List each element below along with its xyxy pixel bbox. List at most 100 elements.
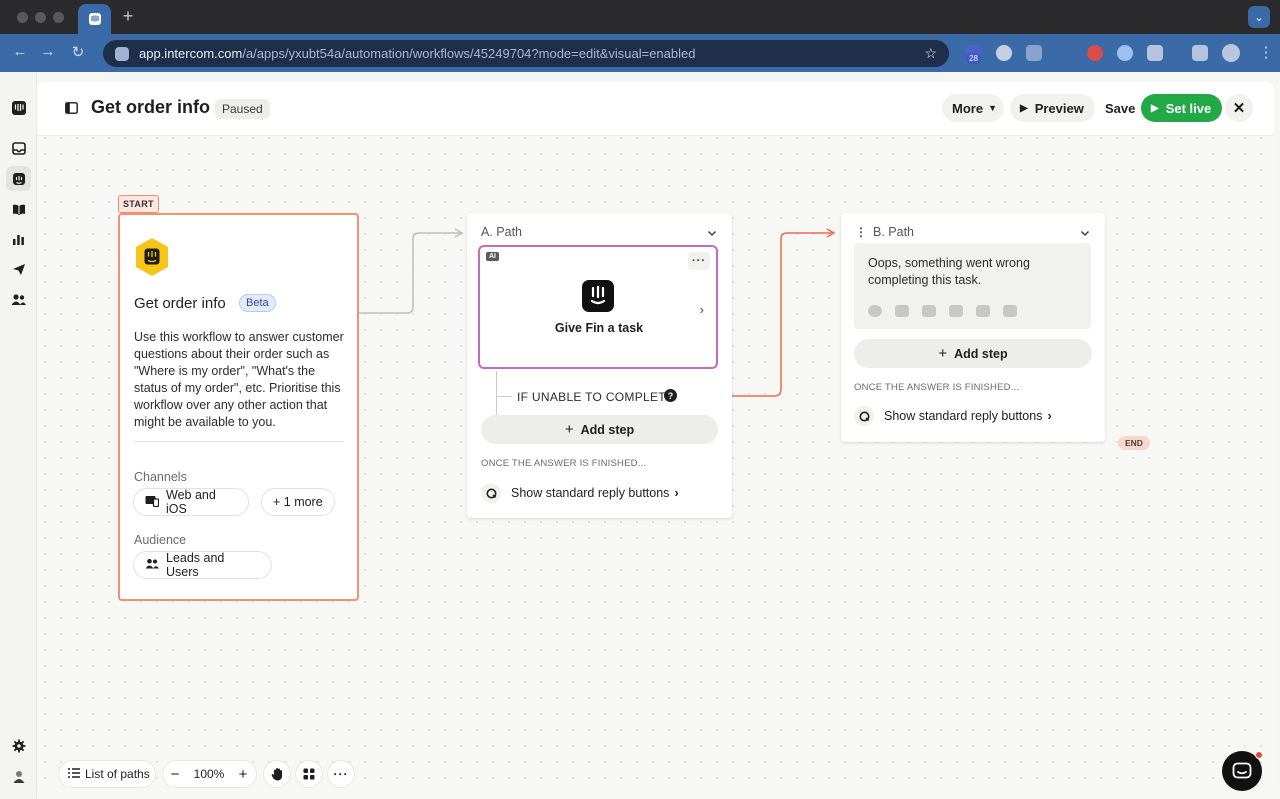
url-text: app.intercom.com/a/apps/yxubt54a/automat… xyxy=(139,46,696,61)
channel-chip-web-ios[interactable]: Web and iOS xyxy=(133,488,249,516)
people-icon xyxy=(145,558,159,572)
reading-list-icon[interactable] xyxy=(1192,45,1208,61)
gif-icon[interactable] xyxy=(895,305,909,317)
user-avatar-icon[interactable] xyxy=(10,767,27,784)
step-options-button[interactable]: ··· xyxy=(688,252,710,270)
tab-search-button[interactable]: ⌄ xyxy=(1248,6,1270,28)
image-icon[interactable] xyxy=(949,305,963,317)
bookmark-star-icon[interactable]: ☆ xyxy=(924,45,937,62)
path-a-title: A. Path xyxy=(481,225,522,239)
reply-buttons-icon xyxy=(481,483,501,503)
path-a-card[interactable]: A. Path AI ··· Give Fin a task › IF UNAB… xyxy=(467,213,732,518)
profile-avatar[interactable] xyxy=(1222,44,1240,62)
extension-icon[interactable] xyxy=(996,45,1012,61)
react-extension-icon[interactable] xyxy=(1117,45,1133,61)
notification-dot xyxy=(1255,751,1263,759)
settings-gear-icon[interactable] xyxy=(10,737,27,754)
plus-icon: + xyxy=(938,345,948,362)
message-toolbar xyxy=(868,305,1017,317)
browser-tab-bar: + ⌄ xyxy=(0,0,1280,34)
extensions-puzzle-icon[interactable] xyxy=(1147,45,1163,61)
path-b-title: B. Path xyxy=(873,225,914,239)
end-tag: END xyxy=(1118,436,1150,450)
chat-icon xyxy=(1232,762,1252,779)
minimize-window-button[interactable] xyxy=(35,12,46,23)
branch-elbow xyxy=(496,396,512,397)
list-of-paths-button[interactable]: List of paths xyxy=(58,760,156,788)
pan-hand-button[interactable] xyxy=(263,760,291,788)
reply-buttons-label: Show standard reply buttons xyxy=(884,409,1043,423)
message-step[interactable]: Oops, something went wrong completing th… xyxy=(854,243,1091,329)
left-nav xyxy=(0,72,37,799)
chevron-right-icon: › xyxy=(1047,409,1052,423)
channel-more-chip[interactable]: + 1 more xyxy=(261,488,335,516)
show-reply-buttons-row[interactable]: Show standard reply buttons › xyxy=(854,406,1052,426)
audience-label: Audience xyxy=(134,533,187,547)
once-answer-finished-label: ONCE THE ANSWER IS FINISHED... xyxy=(481,458,647,469)
path-b-card[interactable]: ⋮ B. Path Oops, something went wrong com… xyxy=(841,213,1105,442)
contacts-people-icon[interactable] xyxy=(10,291,27,308)
add-step-button[interactable]: + Add step xyxy=(481,415,718,444)
extension-red-icon[interactable] xyxy=(1087,45,1103,61)
app-icon[interactable] xyxy=(1003,305,1017,317)
outbound-send-icon[interactable] xyxy=(10,261,27,278)
start-trigger-card[interactable]: Get order info Beta Use this workflow to… xyxy=(118,213,359,601)
start-card-title: Get order info xyxy=(134,295,226,312)
chevron-down-icon[interactable] xyxy=(1079,226,1091,238)
fin-ai-agent-icon[interactable] xyxy=(6,166,31,191)
close-window-button[interactable] xyxy=(17,12,28,23)
browser-menu-icon[interactable]: ⋮ xyxy=(1256,43,1276,61)
beta-badge: Beta xyxy=(239,294,276,312)
add-step-button[interactable]: + Add step xyxy=(854,339,1092,368)
hand-icon xyxy=(271,768,282,781)
inbox-icon[interactable] xyxy=(10,140,27,157)
site-settings-icon[interactable] xyxy=(115,46,129,61)
forward-icon[interactable]: → xyxy=(38,43,58,60)
start-card-description: Use this workflow to answer customer que… xyxy=(134,330,344,429)
zoom-in-button[interactable]: + xyxy=(231,761,255,787)
message-text: Oops, something went wrong completing th… xyxy=(868,256,1030,287)
audience-chip-label: Leads and Users xyxy=(166,551,225,579)
workflow-editor: Get order info Paused More ▼ ▶ Preview S… xyxy=(37,82,1274,793)
list-of-paths-label: List of paths xyxy=(85,767,150,781)
channels-label: Channels xyxy=(134,470,187,484)
article-book-icon[interactable] xyxy=(922,305,936,317)
fin-icon xyxy=(582,280,614,312)
grid-view-button[interactable] xyxy=(295,760,323,788)
translate-extension-icon[interactable] xyxy=(1026,45,1042,61)
zoom-out-button[interactable]: − xyxy=(163,761,187,787)
channels-device-icon xyxy=(145,495,160,510)
reload-icon[interactable]: ↻ xyxy=(68,43,88,61)
maximize-window-button[interactable] xyxy=(53,12,64,23)
zoom-controls: − 100% + xyxy=(162,760,257,788)
intercom-logo-icon[interactable] xyxy=(10,99,27,116)
channel-more-label: + 1 more xyxy=(273,495,323,509)
edge-start-to-a xyxy=(359,232,461,314)
branch-line xyxy=(496,371,497,417)
chevron-down-icon[interactable] xyxy=(706,226,718,238)
give-fin-a-task-step[interactable]: AI ··· Give Fin a task › xyxy=(478,245,718,369)
more-options-button[interactable]: ··· xyxy=(327,760,355,788)
drag-handle-icon[interactable]: ⋮ xyxy=(855,225,867,239)
chevron-right-icon: › xyxy=(674,486,679,500)
emoji-icon[interactable] xyxy=(868,305,882,317)
attachment-icon[interactable] xyxy=(976,305,990,317)
add-step-label: Add step xyxy=(580,422,635,437)
address-bar[interactable]: app.intercom.com/a/apps/yxubt54a/automat… xyxy=(103,40,949,67)
back-icon[interactable]: ← xyxy=(10,43,30,60)
browser-tab-intercom[interactable] xyxy=(78,4,111,34)
intercom-favicon-icon xyxy=(88,13,101,25)
plus-icon: + xyxy=(564,421,574,438)
new-tab-button[interactable]: + xyxy=(118,6,138,27)
fin-logo-icon xyxy=(134,237,170,277)
chevron-right-icon: › xyxy=(699,302,704,317)
extension-badge: 28 xyxy=(966,53,981,64)
channel-chip-label: Web and iOS xyxy=(166,488,216,516)
help-icon[interactable]: ? xyxy=(664,389,677,402)
reports-chart-icon[interactable] xyxy=(10,231,27,248)
audience-chip[interactable]: Leads and Users xyxy=(133,551,272,579)
grid-icon xyxy=(303,768,315,780)
show-reply-buttons-row[interactable]: Show standard reply buttons › xyxy=(481,483,679,503)
if-unable-to-complete-label: IF UNABLE TO COMPLETE xyxy=(517,390,675,404)
knowledge-book-icon[interactable] xyxy=(10,201,27,218)
